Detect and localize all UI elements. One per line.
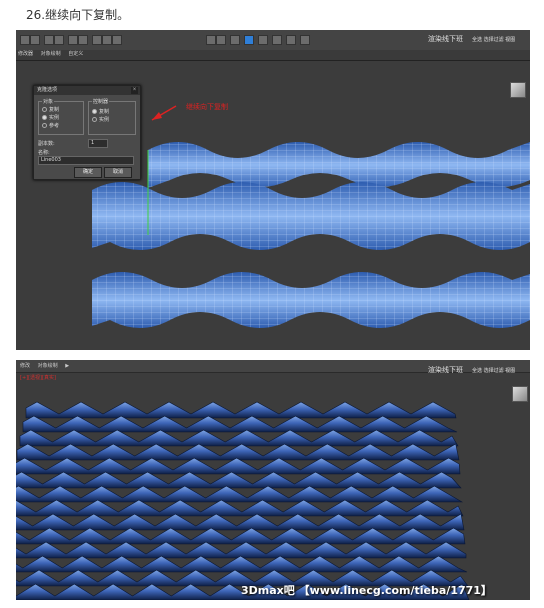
radio-reference[interactable]: 参考	[42, 122, 59, 129]
clone-options-dialog: 克隆选项 × 对象 复制 实例 参考 控制器 复制 实例 副本数: 1 名称: …	[33, 85, 141, 180]
wave-band-top	[148, 142, 530, 188]
wave-mesh-1	[92, 105, 530, 328]
copies-input[interactable]: 1	[88, 139, 108, 148]
wave-row	[16, 443, 460, 461]
watermark-text: 3Dmax吧 【www.linecg.com/tieba/1771】	[241, 584, 492, 597]
viewport-screenshot-2: 修改 对象绘制 ▶ 渲染线下班 全选 选择过滤 视图 [+][透视][真实] 3…	[16, 360, 530, 600]
wave-rows	[16, 401, 470, 600]
controller-group: 控制器 复制 实例	[88, 98, 136, 135]
viewport-screenshot-1: 渲染线下班 全选 选择过滤 视图 修改器 对象绘制 自定义 继续向下复制 克隆选…	[16, 30, 530, 350]
wave-row	[19, 429, 459, 447]
annotation-text: 继续向下复制	[186, 103, 228, 111]
radio-instance[interactable]: 实例	[42, 114, 59, 121]
wave-row	[22, 415, 458, 433]
wave-row	[16, 485, 464, 503]
close-icon[interactable]: ×	[131, 87, 138, 94]
radio-copy[interactable]: 复制	[42, 106, 59, 113]
wave-array-render	[16, 401, 470, 600]
object-group-label: 对象	[42, 98, 55, 105]
wave-row	[25, 401, 457, 419]
wave-row	[16, 471, 462, 489]
ok-button[interactable]: 确定	[74, 167, 102, 178]
object-group: 对象 复制 实例 参考	[38, 98, 84, 135]
copies-label: 副本数:	[38, 141, 55, 147]
radio-controller-instance[interactable]: 实例	[92, 116, 109, 123]
annotation-arrowhead	[152, 112, 162, 120]
cancel-button[interactable]: 取消	[104, 167, 132, 178]
name-input[interactable]: Line003	[38, 156, 134, 165]
name-label: 名称:	[38, 150, 50, 156]
dialog-title: 克隆选项	[34, 86, 140, 95]
wave-row	[16, 555, 468, 573]
wave-row	[16, 527, 466, 545]
wave-row	[16, 541, 467, 559]
wave-row	[16, 457, 461, 475]
wave-band-middle	[92, 182, 530, 250]
wave-row	[16, 513, 465, 531]
controller-group-label: 控制器	[92, 98, 110, 105]
wave-row	[16, 499, 464, 517]
radio-controller-copy[interactable]: 复制	[92, 108, 109, 115]
wave-band-bottom	[92, 272, 530, 328]
step-caption: 26.继续向下复制。	[26, 8, 130, 22]
